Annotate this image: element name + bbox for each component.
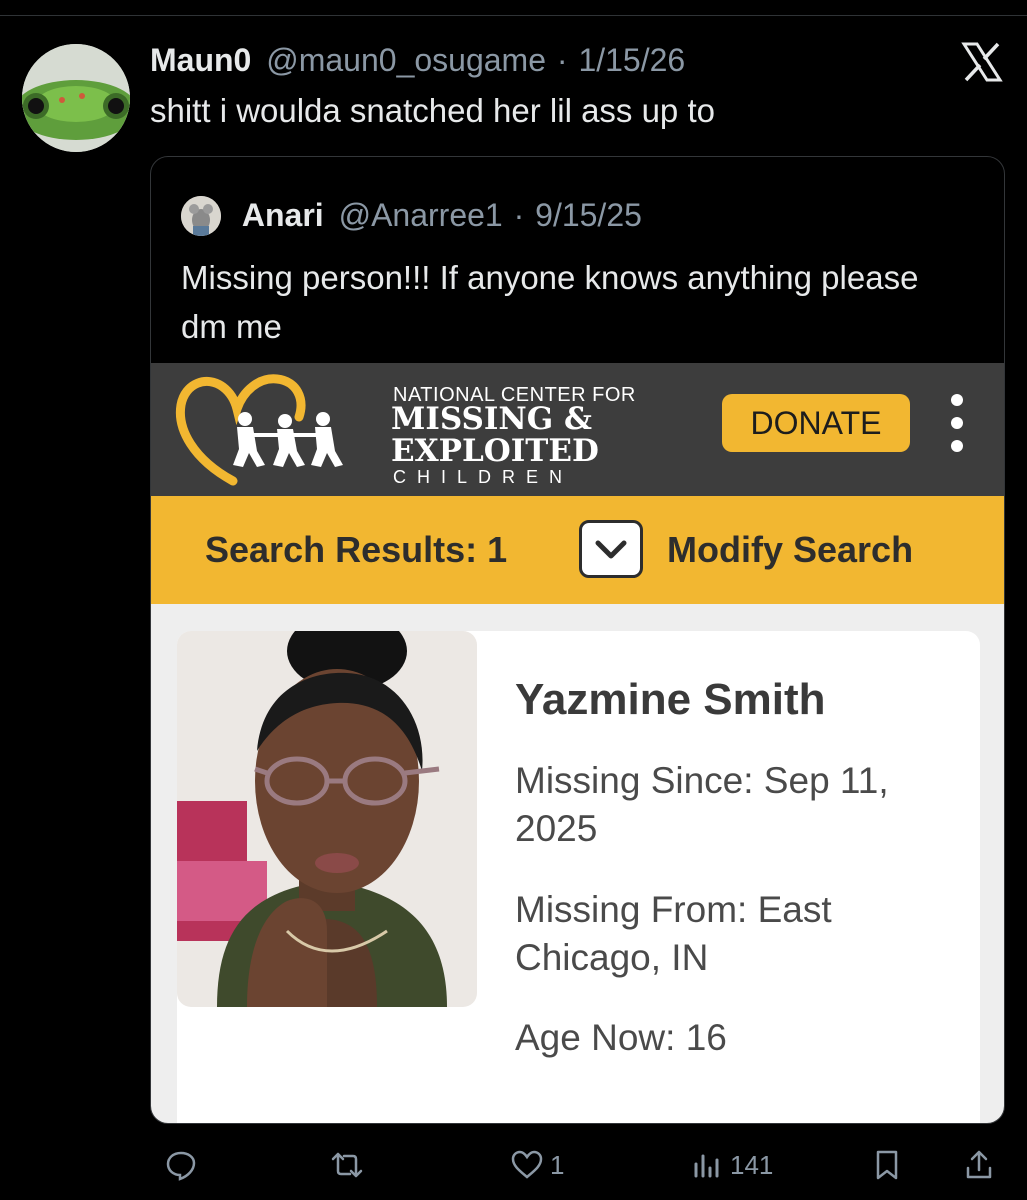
top-divider bbox=[0, 15, 1027, 16]
search-results-count: Search Results: 1 bbox=[205, 529, 508, 570]
more-menu-icon[interactable] bbox=[947, 394, 967, 456]
bookmark-button[interactable] bbox=[870, 1140, 904, 1190]
like-button[interactable]: 1 bbox=[510, 1140, 564, 1190]
donate-button[interactable]: DONATE bbox=[722, 394, 910, 452]
author-avatar[interactable] bbox=[22, 44, 130, 152]
quote-meta-separator: · bbox=[513, 197, 525, 234]
retweet-button[interactable] bbox=[330, 1140, 370, 1190]
person-photo[interactable] bbox=[177, 631, 477, 1007]
org-name-line2: MISSING & bbox=[391, 401, 593, 437]
quote-header: Anari @Anarree1 · 9/15/25 bbox=[181, 195, 642, 236]
frog-avatar-icon bbox=[22, 44, 130, 152]
age-now: Age Now: 16 bbox=[515, 1017, 727, 1058]
reply-button[interactable] bbox=[164, 1140, 204, 1190]
views-button[interactable]: 141 bbox=[690, 1140, 773, 1190]
person-name[interactable]: Yazmine Smith bbox=[515, 675, 826, 725]
person-photo-image bbox=[177, 631, 477, 1007]
quote-image[interactable]: NATIONAL CENTER FOR MISSING & EXPLOITED … bbox=[151, 363, 1004, 1123]
result-card[interactable]: Yazmine Smith Missing Since: Sep 11, 202… bbox=[177, 631, 980, 1123]
x-logo-icon[interactable] bbox=[960, 40, 1004, 84]
missing-since: Missing Since: Sep 11, 2025 bbox=[515, 760, 889, 849]
search-bar: Search Results: 1 Modify Search bbox=[151, 496, 1004, 604]
views-bar-chart-icon bbox=[694, 1154, 719, 1178]
bookmark-icon bbox=[876, 1150, 898, 1180]
author-name[interactable]: Maun0 bbox=[150, 42, 251, 78]
mouse-avatar-icon bbox=[181, 195, 221, 236]
tweet-text: shitt i woulda snatched her lil ass up t… bbox=[150, 92, 715, 129]
tweet-header: Maun0 @maun0_osugame · 1/15/26 bbox=[150, 42, 685, 79]
ncmec-heart-logo-icon bbox=[175, 374, 343, 486]
quote-date[interactable]: 9/15/25 bbox=[535, 197, 642, 233]
like-count: 1 bbox=[550, 1149, 565, 1180]
tweet-actions: 1 141 bbox=[150, 1140, 1010, 1190]
share-icon bbox=[966, 1150, 992, 1179]
heart-icon bbox=[511, 1150, 543, 1179]
reply-icon bbox=[166, 1151, 196, 1181]
quote-author-handle[interactable]: @Anarree1 bbox=[339, 197, 503, 233]
org-name-main: MISSING & EXPLOITED bbox=[391, 403, 599, 467]
meta-separator: · bbox=[556, 42, 568, 78]
ncmec-header: NATIONAL CENTER FOR MISSING & EXPLOITED … bbox=[151, 363, 1004, 496]
share-button[interactable] bbox=[962, 1140, 996, 1190]
quoted-tweet[interactable]: Anari @Anarree1 · 9/15/25 Missing person… bbox=[150, 156, 1005, 1124]
author-handle[interactable]: @maun0_osugame bbox=[266, 42, 546, 78]
org-name-line4: CHILDREN bbox=[393, 467, 574, 487]
modify-search-toggle[interactable] bbox=[579, 520, 643, 578]
chevron-down-icon bbox=[595, 540, 627, 559]
quote-author-avatar[interactable] bbox=[181, 195, 221, 236]
tweet-date[interactable]: 1/15/26 bbox=[578, 42, 685, 78]
quote-text: Missing person!!! If anyone knows anythi… bbox=[181, 259, 919, 345]
quote-author-name[interactable]: Anari bbox=[242, 197, 324, 233]
missing-from: Missing From: East Chicago, IN bbox=[515, 889, 832, 978]
modify-search-button[interactable]: Modify Search bbox=[667, 529, 913, 571]
org-name-line3: EXPLOITED bbox=[391, 433, 599, 469]
retweet-icon bbox=[331, 1152, 363, 1178]
views-count: 141 bbox=[730, 1149, 774, 1180]
